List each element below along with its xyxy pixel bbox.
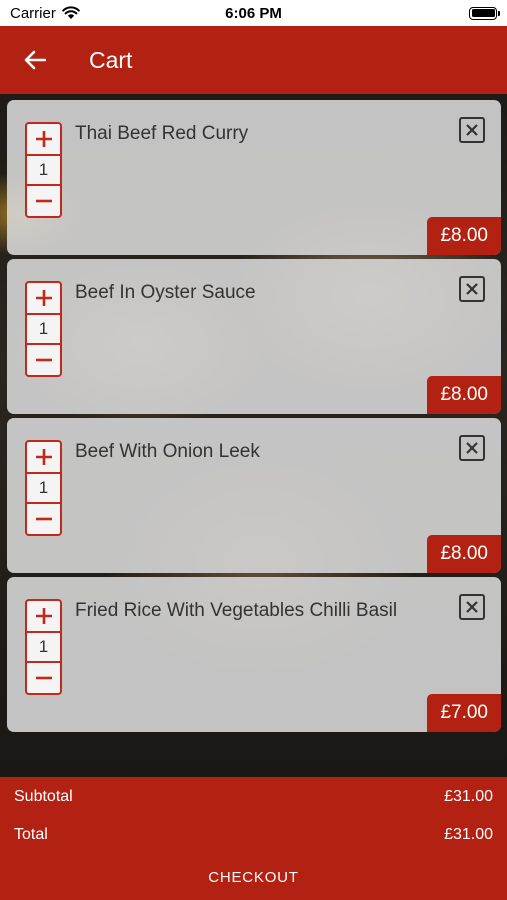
decrease-button[interactable] [27,186,60,216]
close-icon [466,442,478,454]
checkout-button[interactable]: CHECKOUT [0,864,507,890]
quantity-stepper: 1 [25,122,62,218]
minus-icon [35,676,52,680]
increase-button[interactable] [27,442,60,472]
minus-icon [35,358,52,362]
remove-item-button[interactable] [459,276,485,302]
decrease-button[interactable] [27,504,60,534]
item-name: Beef With Onion Leek [75,441,260,462]
increase-button[interactable] [27,601,60,631]
item-name: Beef In Oyster Sauce [75,282,256,303]
quantity-value[interactable]: 1 [27,631,60,663]
status-bar: Carrier 6:06 PM [0,0,507,26]
subtotal-label: Subtotal [14,788,73,805]
plus-icon [35,449,52,465]
quantity-value[interactable]: 1 [27,313,60,345]
price-badge: £8.00 [427,217,501,255]
minus-icon [35,199,52,203]
remove-item-button[interactable] [459,435,485,461]
minus-icon [35,517,52,521]
order-summary: Subtotal £31.00 Total £31.00 CHECKOUT [0,777,507,900]
total-value: £31.00 [444,826,493,843]
plus-icon [35,290,52,306]
total-row: Total £31.00 [14,826,493,844]
item-name: Thai Beef Red Curry [75,123,249,144]
quantity-stepper: 1 [25,281,62,377]
plus-icon [35,608,52,624]
quantity-value[interactable]: 1 [27,472,60,504]
battery-icon [469,6,500,20]
quantity-stepper: 1 [25,440,62,536]
wifi-icon [62,6,80,19]
quantity-value[interactable]: 1 [27,154,60,186]
cart-item: 1 Beef In Oyster Sauce £8.00 [7,259,501,414]
decrease-button[interactable] [27,663,60,693]
back-button[interactable] [0,26,70,94]
price-badge: £8.00 [427,376,501,414]
decrease-button[interactable] [27,345,60,375]
remove-item-button[interactable] [459,594,485,620]
subtotal-row: Subtotal £31.00 [14,788,493,806]
increase-button[interactable] [27,124,60,154]
price-badge: £8.00 [427,535,501,573]
back-arrow-icon [24,50,46,70]
close-icon [466,283,478,295]
price-badge: £7.00 [427,694,501,732]
close-icon [466,601,478,613]
subtotal-value: £31.00 [444,788,493,805]
cart-item: 1 Fried Rice With Vegetables Chilli Basi… [7,577,501,732]
cart-item: 1 Thai Beef Red Curry £8.00 [7,100,501,255]
cart-item: 1 Beef With Onion Leek £8.00 [7,418,501,573]
status-left: Carrier [10,5,80,22]
remove-item-button[interactable] [459,117,485,143]
cart-list[interactable]: 1 Thai Beef Red Curry £8.00 1 Beef In Oy… [0,94,507,777]
page-title: Cart [89,46,133,73]
carrier-label: Carrier [10,4,56,22]
increase-button[interactable] [27,283,60,313]
total-label: Total [14,826,48,843]
app-bar: Cart [0,26,507,94]
quantity-stepper: 1 [25,599,62,695]
item-name: Fried Rice With Vegetables Chilli Basil [75,600,398,621]
plus-icon [35,131,52,147]
close-icon [466,124,478,136]
